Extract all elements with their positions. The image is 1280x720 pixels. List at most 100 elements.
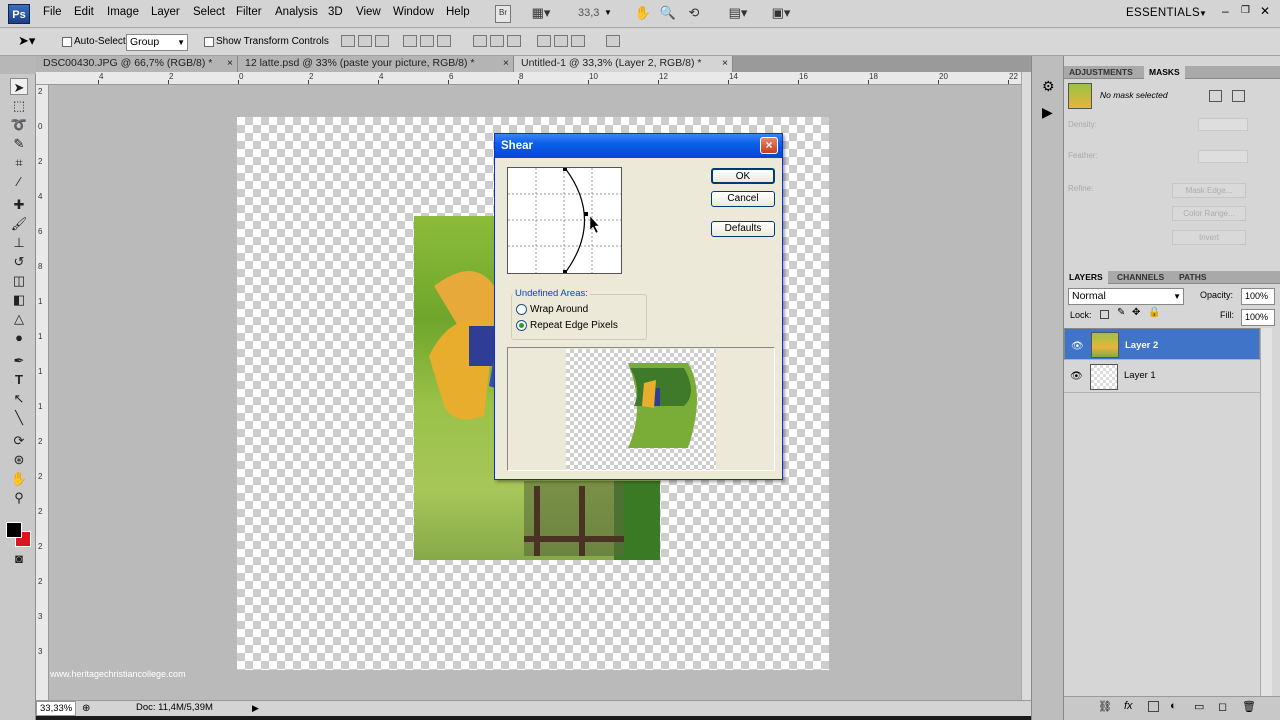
lock-all-icon[interactable]: 🔒 <box>1148 307 1160 318</box>
brush-tool-icon[interactable]: 🖌 <box>10 215 28 232</box>
type-tool-icon[interactable]: T <box>10 371 28 388</box>
status-menu-arrow-icon[interactable]: ▶ <box>252 701 259 715</box>
cancel-button[interactable]: Cancel <box>711 191 775 207</box>
menu-edit[interactable]: Edit <box>74 6 94 18</box>
close-tab-icon[interactable]: × <box>503 56 509 71</box>
eraser-tool-icon[interactable]: ◫ <box>10 272 28 289</box>
align-right-icon[interactable] <box>437 35 451 47</box>
clone-stamp-tool-icon[interactable]: ⊥ <box>10 234 28 251</box>
tab-dsc00430[interactable]: DSC00430.JPG @ 66,7% (RGB/8) * × <box>36 56 238 72</box>
tab-adjustments[interactable]: ADJUSTMENTS <box>1064 66 1138 79</box>
tab-masks[interactable]: MASKS <box>1144 66 1185 79</box>
tab-channels[interactable]: CHANNELS <box>1112 271 1169 284</box>
distribute-hcenter-icon[interactable] <box>554 35 568 47</box>
show-transform-checkbox[interactable] <box>204 37 214 47</box>
layer-name[interactable]: Layer 2 <box>1125 338 1158 353</box>
color-range-button[interactable]: Color Range... <box>1172 206 1246 221</box>
align-bottom-icon[interactable] <box>375 35 389 47</box>
dialog-close-button[interactable]: × <box>760 137 778 154</box>
align-left-icon[interactable] <box>403 35 417 47</box>
move-tool-preset-icon[interactable]: ➤▾ <box>18 33 35 49</box>
dialog-title[interactable]: Shear <box>495 134 782 158</box>
wrap-around-radio[interactable] <box>516 304 527 315</box>
repeat-edge-radio[interactable] <box>516 320 527 331</box>
workspace-switcher[interactable]: ESSENTIALS <box>1126 7 1200 19</box>
hand-tool-icon[interactable]: ✋ <box>10 470 28 487</box>
blend-mode-dropdown[interactable]: Normal ▼ <box>1068 288 1184 305</box>
zoom-icon[interactable]: 🔍 <box>659 5 677 23</box>
layers-scrollbar[interactable] <box>1260 328 1272 698</box>
blur-tool-icon[interactable]: △ <box>10 310 28 327</box>
history-brush-tool-icon[interactable]: ↺ <box>10 253 28 270</box>
menu-image[interactable]: Image <box>107 6 139 18</box>
auto-align-icon[interactable] <box>606 35 620 47</box>
link-layers-icon[interactable]: ⛓ <box>1098 700 1112 713</box>
move-tool-icon[interactable]: ➤ <box>10 78 28 95</box>
invert-button[interactable]: Invert <box>1172 230 1246 245</box>
distribute-vcenter-icon[interactable] <box>490 35 504 47</box>
add-mask-icon[interactable] <box>1148 701 1159 712</box>
lock-image-icon[interactable]: ✎ <box>1117 307 1125 318</box>
tab-layers[interactable]: LAYERS <box>1064 271 1108 284</box>
new-layer-icon[interactable]: ◻ <box>1218 700 1227 713</box>
close-tab-icon[interactable]: × <box>227 56 233 71</box>
quick-select-tool-icon[interactable]: ✎ <box>10 135 28 152</box>
menu-filter[interactable]: Filter <box>236 6 262 18</box>
shear-curve[interactable] <box>508 167 621 274</box>
pen-tool-icon[interactable]: ✒ <box>10 352 28 369</box>
foreground-color-swatch[interactable] <box>6 522 22 538</box>
trash-icon[interactable]: 🗑 <box>1242 700 1256 713</box>
chevron-down-icon[interactable]: ▼ <box>1199 9 1207 18</box>
align-top-icon[interactable] <box>341 35 355 47</box>
minimize-icon[interactable]: – <box>1222 4 1229 18</box>
rotate-view-icon[interactable]: ⟲ <box>685 5 703 23</box>
3d-rotate-tool-icon[interactable]: ⟳ <box>10 432 28 449</box>
distribute-top-icon[interactable] <box>473 35 487 47</box>
line-tool-icon[interactable]: ╲ <box>10 409 28 426</box>
status-icon[interactable]: ⊕ <box>82 702 90 716</box>
vertical-scrollbar[interactable] <box>1021 72 1031 700</box>
menu-select[interactable]: Select <box>193 6 225 18</box>
chevron-down-icon[interactable]: ▼ <box>604 8 612 17</box>
density-field[interactable] <box>1198 118 1248 131</box>
screen-mode-icon[interactable]: ▣▾ <box>766 5 796 23</box>
menu-3d[interactable]: 3D <box>328 6 343 18</box>
crop-tool-icon[interactable]: ⌗ <box>10 154 28 171</box>
align-hcenter-icon[interactable] <box>420 35 434 47</box>
layer-style-icon[interactable]: fx <box>1124 700 1133 712</box>
feather-field[interactable] <box>1198 150 1248 163</box>
quick-mask-icon[interactable]: ◙ <box>10 550 28 567</box>
history-panel-icon[interactable]: ⚙ <box>1042 78 1055 95</box>
view-extras-icon[interactable]: ▦▾ <box>527 5 555 23</box>
zoom-tool-icon[interactable]: ⚲ <box>10 489 28 506</box>
menu-layer[interactable]: Layer <box>151 6 180 18</box>
eye-icon[interactable]: 👁 <box>1070 371 1083 382</box>
align-vcenter-icon[interactable] <box>358 35 372 47</box>
3d-orbit-tool-icon[interactable]: ⊛ <box>10 451 28 468</box>
lock-position-icon[interactable]: ✥ <box>1132 307 1140 318</box>
eye-icon[interactable]: 👁 <box>1071 339 1084 354</box>
close-icon[interactable]: ✕ <box>1260 4 1270 18</box>
marquee-tool-icon[interactable]: ⬚ <box>10 97 28 114</box>
lock-transparent-icon[interactable] <box>1100 310 1109 319</box>
restore-icon[interactable]: ❐ <box>1241 5 1250 16</box>
actions-panel-icon[interactable]: ▶ <box>1042 104 1053 121</box>
gradient-tool-icon[interactable]: ◧ <box>10 291 28 308</box>
zoom-level[interactable]: 33,3 <box>578 7 599 19</box>
tab-untitled-1[interactable]: Untitled-1 @ 33,3% (Layer 2, RGB/8) * × <box>514 56 733 72</box>
dodge-tool-icon[interactable]: ● <box>10 329 28 346</box>
new-group-icon[interactable]: ▭ <box>1194 700 1204 713</box>
defaults-button[interactable]: Defaults <box>711 221 775 237</box>
hand-icon[interactable]: ✋ <box>634 5 652 23</box>
pixel-mask-icon[interactable] <box>1209 90 1222 102</box>
layer-name[interactable]: Layer 1 <box>1124 370 1156 381</box>
menu-analysis[interactable]: Analysis <box>275 6 318 18</box>
ok-button[interactable]: OK <box>711 168 775 184</box>
healing-brush-tool-icon[interactable]: ✚ <box>10 196 28 213</box>
wrap-around-label[interactable]: Wrap Around <box>530 304 588 315</box>
distribute-bottom-icon[interactable] <box>507 35 521 47</box>
shear-curve-grid[interactable] <box>507 167 622 274</box>
distribute-right-icon[interactable] <box>571 35 585 47</box>
auto-select-dropdown[interactable]: Group ▼ <box>126 34 188 51</box>
menu-window[interactable]: Window <box>393 6 434 18</box>
